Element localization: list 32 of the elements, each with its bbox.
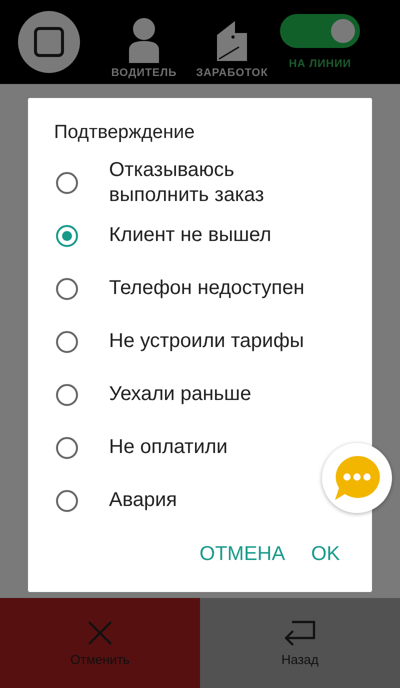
option-label: Не оплатили	[109, 435, 228, 460]
radio-button[interactable]	[56, 490, 78, 512]
option-label: Телефон недоступен	[109, 276, 304, 301]
radio-button[interactable]	[56, 224, 78, 246]
radio-button[interactable]	[56, 278, 78, 300]
radio-option[interactable]: Телефон недоступен	[54, 262, 304, 315]
radio-button[interactable]	[56, 172, 78, 194]
radio-button[interactable]	[56, 384, 78, 406]
radio-option[interactable]: Уехали раньше	[54, 368, 252, 421]
dialog-title: Подтверждение	[54, 122, 196, 144]
return-arrow-icon	[284, 620, 316, 646]
radio-option[interactable]: Не оплатили	[54, 421, 228, 474]
close-icon	[87, 620, 113, 646]
radio-option[interactable]: Авария	[54, 474, 177, 527]
option-label: Отказываюсь выполнить заказ	[109, 158, 266, 208]
nav-tab[interactable]: ЗАРАБОТОК	[188, 15, 276, 79]
option-label: Не устроили тарифы	[109, 329, 304, 354]
option-label: Уехали раньше	[109, 382, 252, 407]
radio-option[interactable]: Клиент не вышел	[54, 209, 272, 262]
radio-button[interactable]	[56, 330, 78, 352]
chat-bubble-icon	[333, 454, 381, 502]
wallet-icon	[215, 19, 249, 63]
nav-tab[interactable]: ВОДИТЕЛЬ	[100, 15, 188, 79]
radio-button[interactable]	[56, 436, 78, 458]
option-label: Авария	[109, 488, 177, 513]
radio-option[interactable]: Не устроили тарифы	[54, 315, 304, 368]
person-icon	[127, 17, 161, 63]
online-toggle[interactable]	[280, 14, 360, 48]
radio-option[interactable]: Отказываюсь выполнить заказ	[54, 156, 309, 209]
toggle-label: НА ЛИНИИ	[288, 58, 352, 70]
square-icon	[34, 27, 64, 57]
option-label: Клиент не вышел	[109, 223, 272, 248]
